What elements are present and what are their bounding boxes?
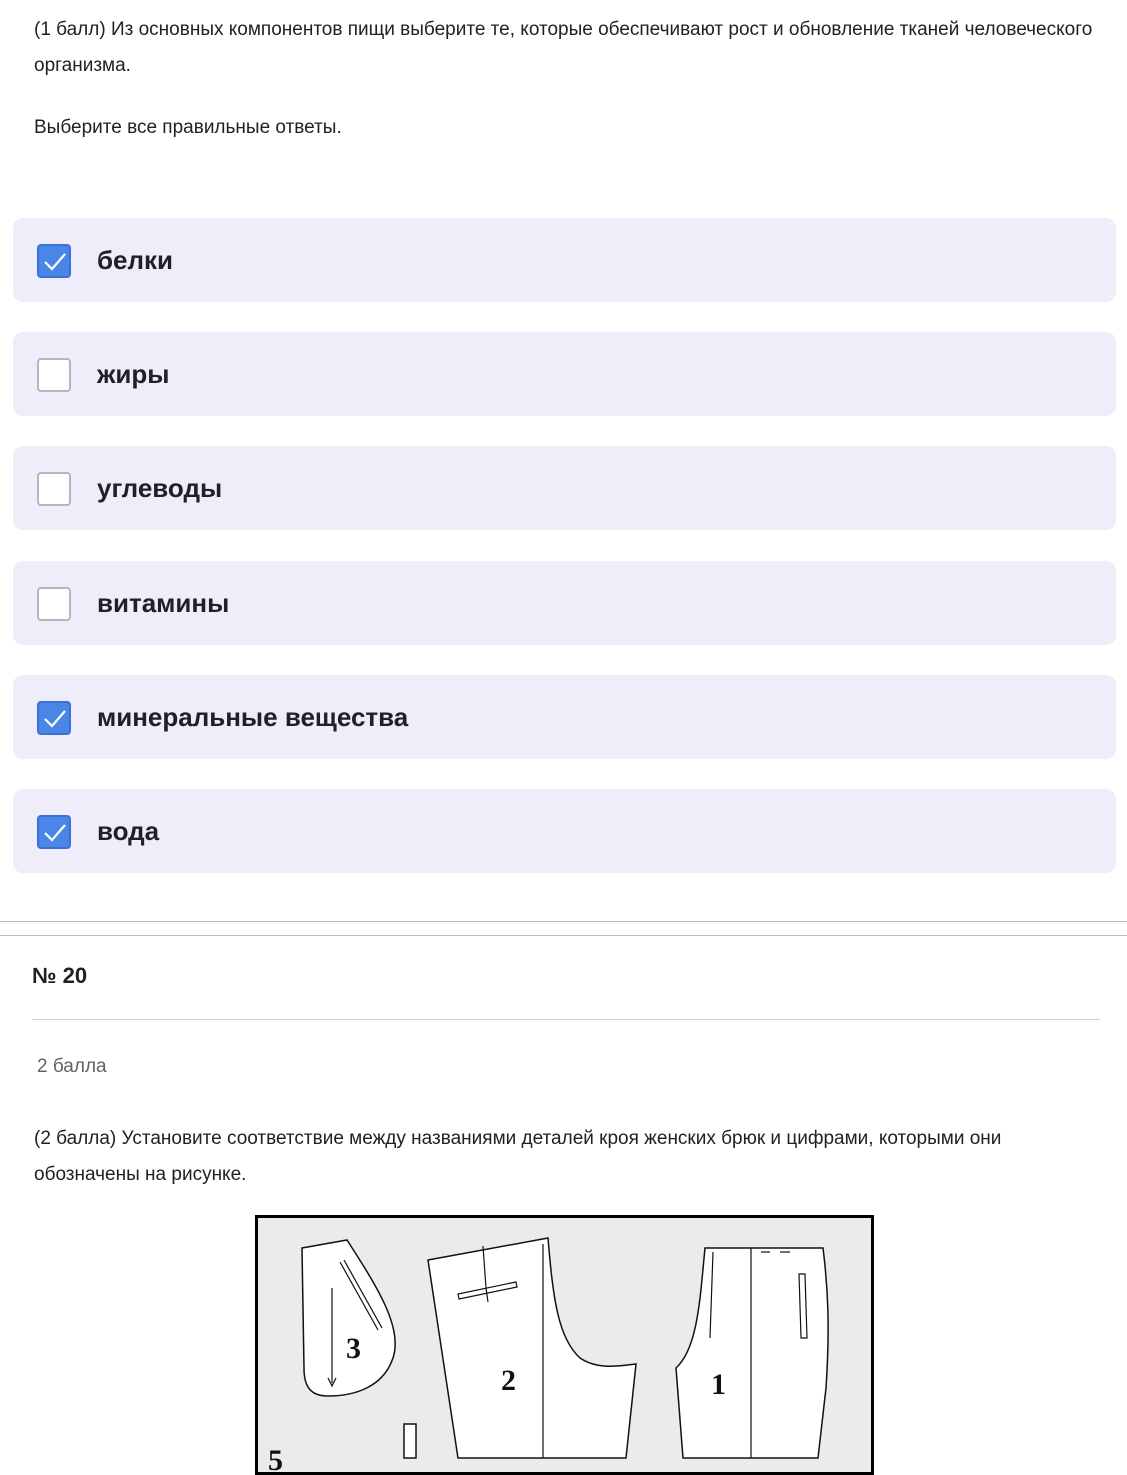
question-number: № 20 xyxy=(32,963,88,988)
option-label: жиры xyxy=(97,359,170,389)
checkbox-checked[interactable] xyxy=(37,244,71,278)
option-label: вода xyxy=(97,816,160,846)
option-vitaminy[interactable]: витамины xyxy=(13,561,1116,645)
option-mineralnye[interactable]: минеральные вещества xyxy=(13,675,1116,759)
trousers-pattern-figure: 3 2 1 5 xyxy=(255,1215,874,1475)
figure-label-1: 1 xyxy=(711,1368,726,1401)
checkbox-unchecked[interactable] xyxy=(37,472,71,506)
figure-label-2: 2 xyxy=(501,1364,516,1397)
checkbox-checked[interactable] xyxy=(37,701,71,735)
option-label: витамины xyxy=(97,588,230,618)
checkbox-unchecked[interactable] xyxy=(37,358,71,392)
divider xyxy=(0,921,1127,922)
option-uglevody[interactable]: углеводы xyxy=(13,446,1116,530)
option-label: белки xyxy=(97,245,174,275)
option-label: минеральные вещества xyxy=(97,702,409,732)
figure-label-5: 5 xyxy=(268,1444,283,1472)
check-icon xyxy=(44,710,66,728)
option-voda[interactable]: вода xyxy=(13,789,1116,873)
divider xyxy=(32,1019,1100,1020)
figure-label-3: 3 xyxy=(346,1332,361,1365)
check-icon xyxy=(44,253,66,271)
pattern-drawing: 3 2 1 5 xyxy=(268,1237,829,1472)
option-belki[interactable]: белки xyxy=(13,218,1116,302)
question-text: (2 балла) Установите соответствие между … xyxy=(34,1128,1002,1185)
checkbox-unchecked[interactable] xyxy=(37,587,71,621)
checkbox-checked[interactable] xyxy=(37,815,71,849)
option-label: углеводы xyxy=(97,473,223,503)
question-instruction: Выберите все правильные ответы. xyxy=(34,117,342,138)
divider xyxy=(0,935,1127,936)
question-points: 2 балла xyxy=(37,1056,107,1077)
question-text: (1 балл) Из основных компонентов пищи вы… xyxy=(34,19,1093,76)
check-icon xyxy=(44,824,66,842)
option-zhiry[interactable]: жиры xyxy=(13,332,1116,416)
